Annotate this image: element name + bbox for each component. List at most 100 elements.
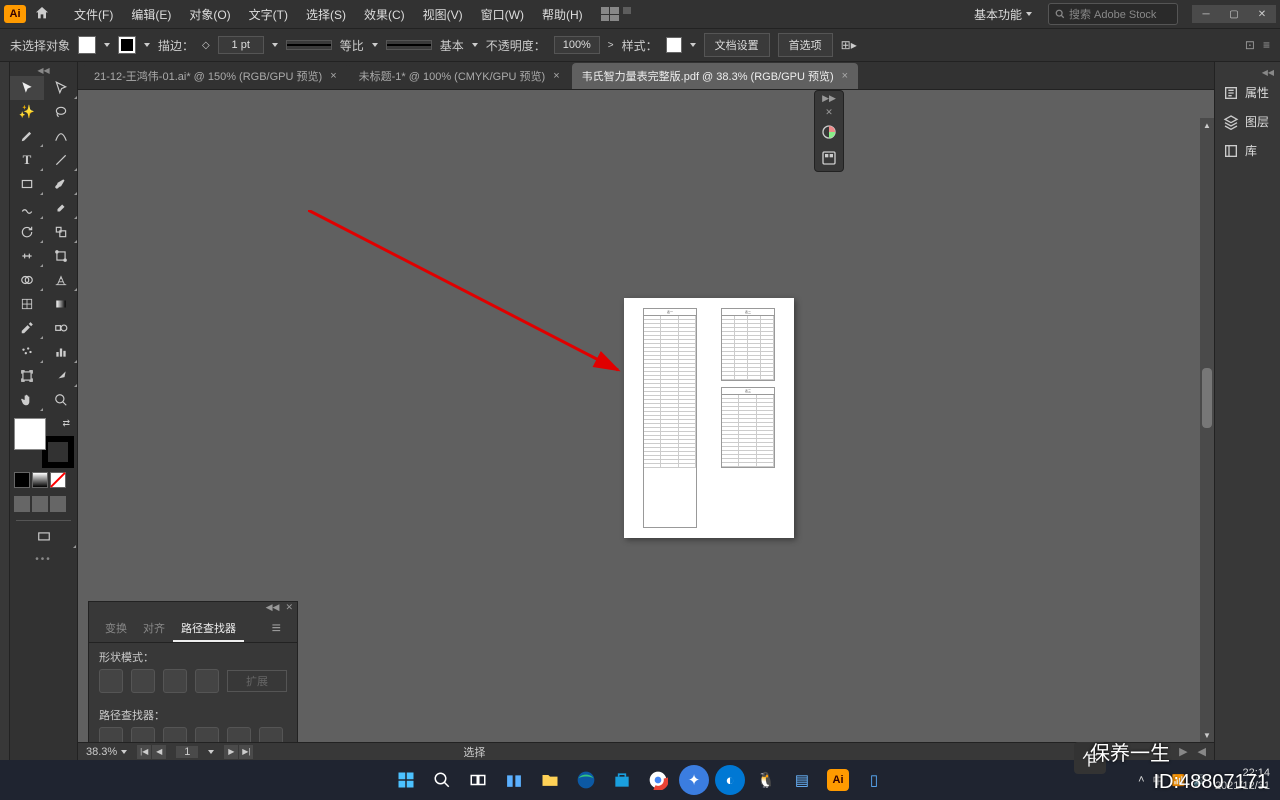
gradient-tool[interactable] bbox=[44, 292, 78, 316]
store-icon[interactable] bbox=[607, 765, 637, 795]
illustrator-taskbar-icon[interactable]: Ai bbox=[823, 765, 853, 795]
menu-edit[interactable]: 编辑(E) bbox=[123, 2, 179, 27]
vertical-scrollbar[interactable]: ▲ ▼ bbox=[1200, 118, 1214, 742]
wifi-icon[interactable]: 📶 bbox=[1172, 774, 1186, 787]
opacity-input[interactable]: 100% bbox=[554, 36, 600, 54]
free-transform-tool[interactable] bbox=[44, 244, 78, 268]
hscroll-right-icon[interactable]: ◀ bbox=[1198, 745, 1206, 758]
close-icon[interactable]: × bbox=[553, 70, 559, 82]
chevron-down-icon[interactable] bbox=[690, 43, 696, 47]
explorer-icon[interactable] bbox=[535, 765, 565, 795]
document-tab-1[interactable]: 21-12-王鸿伟-01.ai* @ 150% (RGB/GPU 预览) × bbox=[84, 63, 347, 89]
zoom-tool[interactable] bbox=[44, 388, 78, 412]
minus-front-button[interactable] bbox=[131, 669, 155, 693]
first-artboard-button[interactable]: |◀ bbox=[137, 745, 151, 759]
scale-tool[interactable] bbox=[44, 220, 78, 244]
task-view-button[interactable] bbox=[463, 765, 493, 795]
slice-tool[interactable] bbox=[44, 364, 78, 388]
libraries-panel-tab[interactable]: 库 bbox=[1215, 136, 1280, 165]
start-button[interactable] bbox=[391, 765, 421, 795]
app-logo[interactable]: Ai bbox=[4, 5, 26, 23]
last-artboard-button[interactable]: ▶| bbox=[239, 745, 253, 759]
volume-icon[interactable]: 🔊 bbox=[1193, 774, 1207, 787]
pen-tool[interactable] bbox=[10, 124, 44, 148]
maximize-button[interactable]: ▢ bbox=[1220, 5, 1248, 23]
artboard-number[interactable]: 1 bbox=[176, 746, 198, 758]
blend-tool[interactable] bbox=[44, 316, 78, 340]
tab-align[interactable]: 对齐 bbox=[135, 616, 173, 642]
panel-menu-icon[interactable]: ≡ bbox=[264, 616, 289, 642]
menu-object[interactable]: 对象(O) bbox=[181, 2, 238, 27]
eyedropper-tool[interactable] bbox=[10, 316, 44, 340]
edge-icon[interactable] bbox=[571, 765, 601, 795]
prev-artboard-button[interactable]: ◀ bbox=[152, 745, 166, 759]
brush-definition[interactable] bbox=[386, 40, 432, 50]
hand-tool[interactable] bbox=[10, 388, 44, 412]
chevron-down-icon[interactable] bbox=[144, 43, 150, 47]
curvature-tool[interactable] bbox=[44, 124, 78, 148]
fill-swatch[interactable] bbox=[78, 36, 96, 54]
scrollbar-thumb[interactable] bbox=[1202, 368, 1212, 428]
color-mode-gradient[interactable] bbox=[32, 472, 48, 488]
fill-color[interactable] bbox=[14, 418, 46, 450]
canvas[interactable]: 表一 表二 表三 bbox=[78, 90, 1214, 760]
chevron-down-icon[interactable] bbox=[208, 750, 214, 754]
workspace-switcher[interactable]: 基本功能 bbox=[966, 3, 1040, 26]
column-graph-tool[interactable] bbox=[44, 340, 78, 364]
document-tab-3[interactable]: 韦氏智力量表完整版.pdf @ 38.3% (RGB/GPU 预览) × bbox=[572, 63, 858, 89]
search-stock-input[interactable]: 搜索 Adobe Stock bbox=[1048, 3, 1178, 25]
chevron-down-icon[interactable] bbox=[104, 43, 110, 47]
exclude-button[interactable] bbox=[195, 669, 219, 693]
symbol-sprayer-tool[interactable] bbox=[10, 340, 44, 364]
perspective-grid-tool[interactable] bbox=[44, 268, 78, 292]
scroll-up-icon[interactable]: ▲ bbox=[1200, 118, 1214, 132]
scroll-down-icon[interactable]: ▼ bbox=[1200, 728, 1214, 742]
menu-type[interactable]: 文字(T) bbox=[241, 2, 296, 27]
close-button[interactable]: ✕ bbox=[1248, 5, 1276, 23]
layers-panel-tab[interactable]: 图层 bbox=[1215, 107, 1280, 136]
menu-view[interactable]: 视图(V) bbox=[415, 2, 471, 27]
lasso-tool[interactable] bbox=[44, 100, 78, 124]
properties-panel-tab[interactable]: 属性 bbox=[1215, 78, 1280, 107]
shaper-tool[interactable] bbox=[10, 196, 44, 220]
shape-builder-tool[interactable] bbox=[10, 268, 44, 292]
style-swatch[interactable] bbox=[666, 37, 682, 53]
type-tool[interactable]: T bbox=[10, 148, 44, 172]
color-mode-solid[interactable] bbox=[14, 472, 30, 488]
zoom-control[interactable]: 38.3% bbox=[86, 746, 127, 758]
options-menu-icon[interactable]: ≡ bbox=[1263, 38, 1270, 52]
document-tab-2[interactable]: 未标题-1* @ 100% (CMYK/GPU 预览) × bbox=[349, 63, 570, 89]
system-clock[interactable]: 22:14 2021/12/31 bbox=[1215, 767, 1270, 793]
tab-pathfinder[interactable]: 路径查找器 bbox=[173, 616, 244, 642]
artboard-tool[interactable] bbox=[10, 364, 44, 388]
collapsed-panel-strip-left[interactable] bbox=[0, 62, 10, 760]
width-tool[interactable] bbox=[10, 244, 44, 268]
app-icon-4[interactable]: ▤ bbox=[787, 765, 817, 795]
app-icon-3[interactable]: 🐧 bbox=[751, 765, 781, 795]
app-icon-1[interactable]: ✦ bbox=[679, 765, 709, 795]
selection-tool[interactable] bbox=[10, 76, 44, 100]
minimize-button[interactable]: ─ bbox=[1192, 5, 1220, 23]
document-setup-button[interactable]: 文档设置 bbox=[704, 33, 770, 57]
color-panel-icon[interactable] bbox=[815, 119, 843, 145]
draw-behind[interactable] bbox=[32, 496, 48, 512]
artboard[interactable]: 表一 表二 表三 bbox=[624, 298, 794, 538]
next-artboard-button[interactable]: ▶ bbox=[224, 745, 238, 759]
menu-help[interactable]: 帮助(H) bbox=[534, 2, 591, 27]
rotate-tool[interactable] bbox=[10, 220, 44, 244]
ime-indicator[interactable]: 中 bbox=[1153, 772, 1164, 788]
opacity-chevron-right-icon[interactable]: > bbox=[608, 40, 614, 51]
tray-chevron-up-icon[interactable]: ˄ bbox=[1138, 774, 1144, 786]
align-icon[interactable]: ⊞▸ bbox=[841, 38, 857, 52]
arrange-documents-dropdown-icon[interactable] bbox=[623, 7, 641, 21]
color-mode-none[interactable] bbox=[50, 472, 66, 488]
intersect-button[interactable] bbox=[163, 669, 187, 693]
menu-select[interactable]: 选择(S) bbox=[298, 2, 354, 27]
app-icon-5[interactable]: ▯ bbox=[859, 765, 889, 795]
rectangle-tool[interactable] bbox=[10, 172, 44, 196]
chevron-down-icon[interactable] bbox=[472, 43, 478, 47]
arrange-documents-icon[interactable] bbox=[601, 7, 619, 21]
unite-button[interactable] bbox=[99, 669, 123, 693]
screen-mode[interactable] bbox=[10, 525, 77, 549]
app-icon-2[interactable]: ◐ bbox=[715, 765, 745, 795]
